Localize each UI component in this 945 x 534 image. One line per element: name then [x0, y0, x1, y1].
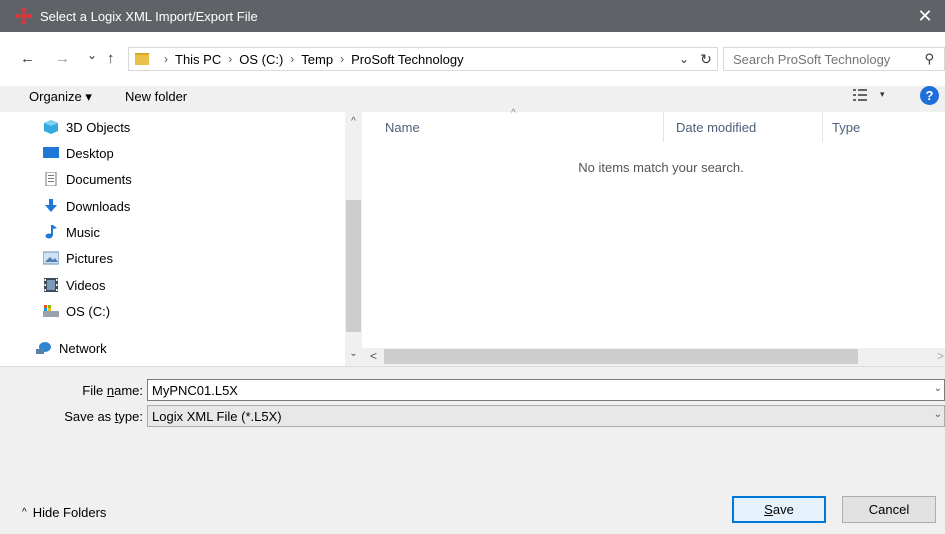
scrollbar-thumb[interactable] — [346, 200, 361, 332]
recent-locations-button[interactable]: ⌄ — [87, 48, 97, 62]
back-button[interactable]: ← — [20, 50, 35, 67]
chevron-down-icon[interactable]: ⌄ — [934, 383, 942, 394]
save-as-type-select[interactable]: Logix XML File (*.L5X) ⌄ — [147, 405, 945, 427]
scroll-right-icon[interactable]: > — [937, 349, 944, 363]
breadcrumb-separator: › — [290, 52, 295, 66]
logix-app-icon — [16, 8, 32, 24]
title-bar: Select a Logix XML Import/Export File ✕ — [0, 0, 945, 32]
close-icon: ✕ — [917, 5, 933, 26]
empty-message: No items match your search. — [578, 160, 744, 175]
nav-item-3d-objects[interactable]: 3D Objects — [43, 115, 130, 139]
refresh-icon[interactable]: ↻ — [695, 51, 717, 68]
save-button[interactable]: Save — [732, 496, 826, 523]
nav-item-label: Network — [59, 340, 107, 356]
network-icon — [36, 341, 52, 355]
file-horizontal-scrollbar[interactable]: < > — [362, 348, 945, 366]
navigation-pane: 3D Objects Desktop Documents Downloads M… — [0, 112, 345, 366]
nav-item-pictures[interactable]: Pictures — [42, 246, 113, 270]
column-header-type[interactable]: Type — [832, 120, 860, 135]
nav-item-label: Documents — [66, 171, 132, 187]
pictures-icon — [42, 251, 60, 265]
filename-value[interactable]: MyPNC01.L5X — [152, 383, 238, 398]
forward-button[interactable]: → — [55, 50, 70, 67]
search-input[interactable] — [733, 51, 913, 67]
nav-item-label: Downloads — [66, 198, 131, 214]
breadcrumb-separator: › — [340, 52, 345, 66]
sort-indicator-icon: ^ — [511, 108, 516, 119]
filename-label: File name: — [82, 383, 143, 398]
chevron-down-icon[interactable]: ⌄ — [934, 409, 942, 420]
nav-item-label: Music — [66, 224, 100, 240]
column-header-name[interactable]: Name — [385, 120, 420, 135]
desktop-icon — [43, 146, 59, 160]
window-title: Select a Logix XML Import/Export File — [40, 8, 258, 24]
new-folder-button[interactable]: New folder — [125, 89, 187, 104]
nav-item-downloads[interactable]: Downloads — [43, 194, 130, 218]
scroll-up-icon[interactable]: ^ — [345, 116, 362, 127]
view-options-icon[interactable] — [853, 88, 867, 102]
save-as-type-value[interactable]: Logix XML File (*.L5X) — [152, 409, 282, 424]
documents-icon — [43, 171, 59, 187]
address-bar[interactable]: › This PC › OS (C:) › Temp › ProSoft Tec… — [128, 47, 718, 71]
command-toolbar: Organize ▾ New folder ▾ ? — [0, 86, 945, 112]
file-list-pane: ^ Name Date modified Type No items match… — [362, 108, 945, 352]
scrollbar-thumb[interactable] — [384, 349, 858, 364]
column-header-date-modified[interactable]: Date modified — [676, 120, 756, 135]
nav-item-os-c[interactable]: OS (C:) — [43, 299, 110, 323]
nav-item-documents[interactable]: Documents — [43, 167, 132, 191]
scroll-down-icon[interactable]: ⌄ — [345, 348, 362, 359]
music-icon — [43, 225, 59, 239]
hide-folders-button[interactable]: ^ Hide Folders — [22, 505, 106, 520]
close-button[interactable]: ✕ — [905, 0, 945, 32]
videos-icon — [43, 278, 59, 292]
save-form: File name: MyPNC01.L5X ⌄ Save as type: L… — [0, 366, 945, 534]
column-divider[interactable] — [663, 112, 664, 142]
column-divider[interactable] — [822, 112, 823, 142]
breadcrumb-prosoft[interactable]: ProSoft Technology — [351, 52, 464, 67]
scroll-left-icon[interactable]: < — [370, 349, 377, 363]
help-icon[interactable]: ? — [920, 86, 939, 105]
nav-item-label: OS (C:) — [66, 303, 111, 319]
save-as-type-label: Save as type: — [64, 409, 143, 424]
nav-item-desktop[interactable]: Desktop — [43, 141, 114, 165]
nav-item-label: Videos — [66, 277, 106, 293]
breadcrumb-separator: › — [164, 52, 168, 66]
hide-folders-label: Hide Folders — [32, 505, 107, 520]
breadcrumb-temp[interactable]: Temp — [301, 52, 333, 67]
breadcrumb-this-pc[interactable]: This PC — [175, 52, 221, 67]
cube-icon — [43, 120, 59, 134]
address-dropdown-icon[interactable]: ⌄ — [673, 52, 695, 66]
breadcrumb-os-c[interactable]: OS (C:) — [239, 52, 283, 67]
drive-icon — [43, 304, 59, 318]
nav-item-music[interactable]: Music — [43, 220, 100, 244]
organize-button[interactable]: Organize ▾ — [29, 89, 92, 105]
cancel-button[interactable]: Cancel — [842, 496, 936, 523]
nav-vertical-scrollbar[interactable]: ^ ⌄ — [345, 112, 362, 366]
search-icon[interactable]: ⚲ — [924, 51, 934, 67]
breadcrumb-separator: › — [228, 52, 233, 66]
nav-item-label: Desktop — [66, 145, 114, 161]
view-dropdown-icon[interactable]: ▾ — [880, 89, 885, 100]
nav-item-label: Pictures — [66, 250, 113, 266]
nav-item-videos[interactable]: Videos — [43, 273, 106, 297]
nav-item-network[interactable]: Network — [36, 336, 107, 360]
chevron-up-icon: ^ — [22, 507, 27, 518]
search-box[interactable]: ⚲ — [723, 47, 945, 71]
up-button[interactable]: ↑ — [107, 50, 115, 67]
folder-icon — [135, 53, 149, 65]
download-icon — [43, 199, 59, 213]
filename-field[interactable]: MyPNC01.L5X ⌄ — [147, 379, 945, 401]
nav-item-label: 3D Objects — [66, 119, 131, 135]
